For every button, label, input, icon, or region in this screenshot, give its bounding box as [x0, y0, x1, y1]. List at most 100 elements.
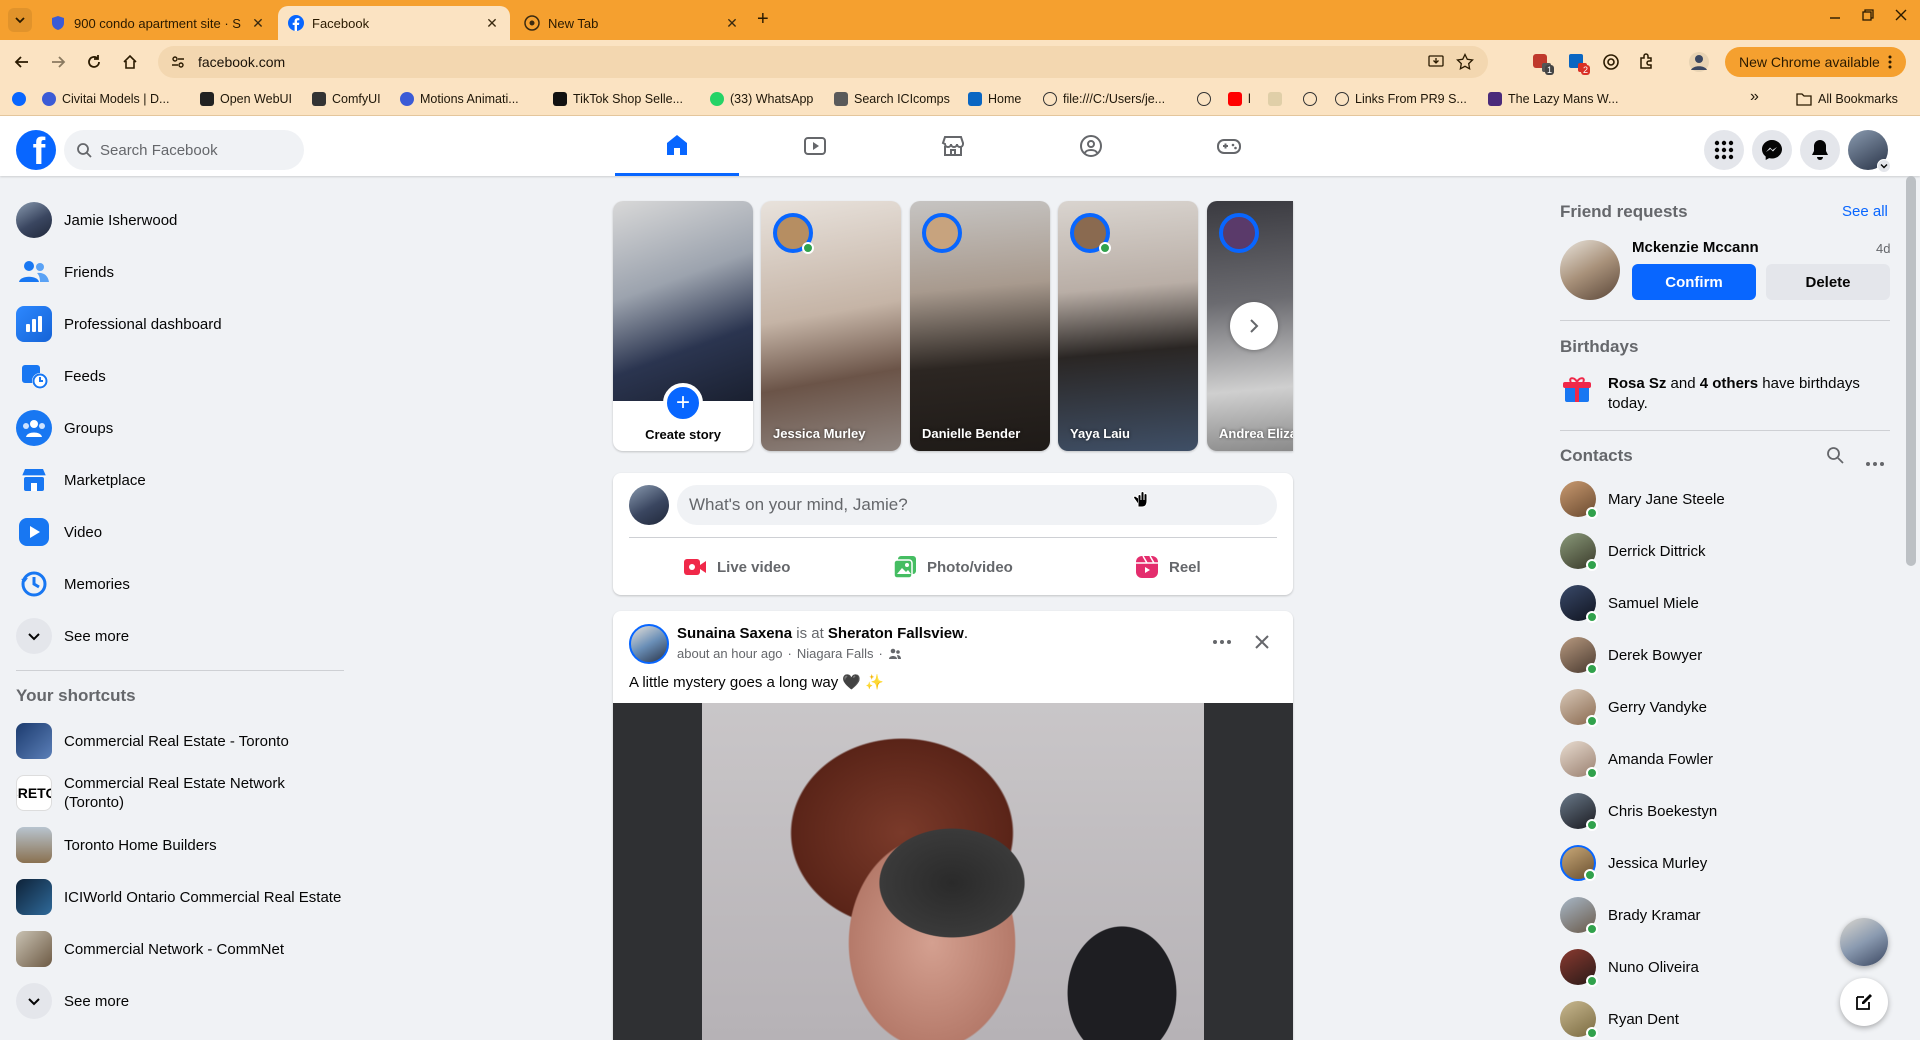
bookmark-globe-2[interactable]: [1303, 92, 1317, 106]
home-icon[interactable]: [119, 51, 141, 73]
story-card[interactable]: Yaya Laiu: [1058, 201, 1198, 451]
nav-groups[interactable]: [1029, 116, 1153, 176]
bookmark-home[interactable]: Home: [968, 92, 1021, 106]
birthday-text[interactable]: Rosa Sz and 4 others have birthdays toda…: [1608, 374, 1898, 414]
contact-item[interactable]: Chris Boekestyn: [1560, 785, 1900, 837]
shortcut-commnet[interactable]: Commercial Network - CommNet: [8, 923, 348, 975]
nav-video[interactable]: [753, 116, 877, 176]
post-author[interactable]: Sunaina Saxena: [677, 625, 792, 642]
sidebar-item-profile[interactable]: Jamie Isherwood: [8, 194, 348, 246]
page-scrollbar[interactable]: [1906, 176, 1916, 566]
sidebar-item-memories[interactable]: Memories: [8, 558, 348, 610]
reel-button[interactable]: Reel: [1135, 547, 1201, 587]
forward-icon[interactable]: [47, 51, 69, 73]
restore-icon[interactable]: [1862, 8, 1874, 24]
back-icon[interactable]: [11, 51, 33, 73]
extension-openai-icon[interactable]: [1600, 51, 1622, 73]
avatar[interactable]: [629, 485, 669, 525]
delete-button[interactable]: Delete: [1766, 264, 1890, 300]
extension-shield-icon[interactable]: 1: [1530, 51, 1554, 75]
shortcut-cre-toronto[interactable]: Commercial Real Estate - Toronto: [8, 715, 348, 767]
tab-close-icon[interactable]: ✕: [724, 15, 740, 32]
shortcuts-see-more[interactable]: See more: [8, 975, 348, 1027]
stories-next-button[interactable]: [1230, 302, 1278, 350]
sidebar-item-professional-dashboard[interactable]: Professional dashboard: [8, 298, 348, 350]
tab-search-button[interactable]: [8, 8, 32, 32]
tab-condo-site[interactable]: 900 condo apartment site · S ✕: [40, 6, 276, 40]
post-more-button[interactable]: [1207, 627, 1237, 657]
url-text[interactable]: facebook.com: [198, 54, 285, 70]
messenger-button[interactable]: [1752, 130, 1792, 170]
star-bookmark-icon[interactable]: [1456, 53, 1474, 71]
contact-item[interactable]: Gerry Vandyke: [1560, 681, 1900, 733]
reload-icon[interactable]: [83, 51, 105, 73]
tab-close-icon[interactable]: ✕: [250, 15, 266, 32]
shortcut-iciworld[interactable]: ICIWorld Ontario Commercial Real Estate: [8, 871, 348, 923]
sidebar-item-groups[interactable]: Groups: [8, 402, 348, 454]
extension-linkedin-icon[interactable]: 2: [1566, 51, 1590, 75]
bookmark-file[interactable]: file:///C:/Users/je...: [1043, 92, 1165, 106]
address-bar[interactable]: facebook.com: [158, 46, 1488, 78]
install-app-icon[interactable]: [1428, 54, 1444, 70]
create-story-card[interactable]: + Create story: [613, 201, 753, 451]
bookmark-blank[interactable]: [1268, 92, 1282, 106]
composer-input[interactable]: What's on your mind, Jamie?: [677, 485, 1277, 525]
notifications-button[interactable]: [1800, 130, 1840, 170]
minimize-icon[interactable]: [1829, 8, 1841, 24]
post-place[interactable]: Sheraton Fallsview: [828, 625, 964, 642]
bookmark-pr9[interactable]: Links From PR9 S...: [1335, 92, 1467, 106]
add-story-button[interactable]: +: [663, 383, 703, 423]
tab-facebook[interactable]: Facebook ✕: [278, 6, 510, 40]
story-card[interactable]: Danielle Bender: [910, 201, 1050, 451]
bookmark-open-webui[interactable]: Open WebUI: [200, 92, 292, 106]
account-avatar[interactable]: [1848, 130, 1891, 173]
sidebar-see-more[interactable]: See more: [8, 610, 348, 662]
bookmark-lazy-mans[interactable]: The Lazy Mans W...: [1488, 92, 1618, 106]
bookmark-youtube[interactable]: l: [1228, 92, 1251, 106]
contact-item[interactable]: Samuel Miele: [1560, 577, 1900, 629]
story-card[interactable]: Jessica Murley: [761, 201, 901, 451]
tab-new-tab[interactable]: New Tab ✕: [514, 6, 750, 40]
bookmark-tiktok[interactable]: TikTok Shop Selle...: [553, 92, 683, 106]
bookmarks-overflow-button[interactable]: »: [1750, 88, 1759, 106]
contact-item[interactable]: Mary Jane Steele: [1560, 473, 1900, 525]
sidebar-item-feeds[interactable]: Feeds: [8, 350, 348, 402]
photo-video-button[interactable]: Photo/video: [893, 547, 1013, 587]
bookmark-whatsapp[interactable]: (33) WhatsApp: [710, 92, 813, 106]
new-chrome-available-button[interactable]: New Chrome available: [1725, 47, 1906, 77]
shortcut-cre-network[interactable]: CRETO Commercial Real Estate Network (To…: [8, 767, 348, 819]
contacts-search-button[interactable]: [1826, 446, 1844, 469]
tab-close-icon[interactable]: ✕: [484, 15, 500, 32]
sidebar-item-friends[interactable]: Friends: [8, 246, 348, 298]
bookmark-comfyui[interactable]: ComfyUI: [312, 92, 381, 106]
menu-button[interactable]: [1704, 130, 1744, 170]
search-input[interactable]: [100, 141, 290, 159]
facebook-logo[interactable]: f: [16, 130, 56, 170]
contact-item[interactable]: Derek Bowyer: [1560, 629, 1900, 681]
bookmark-icicomps[interactable]: Search ICIcomps: [834, 92, 950, 106]
post-location[interactable]: Niagara Falls: [797, 646, 874, 661]
contacts-more-button[interactable]: [1866, 453, 1884, 471]
contact-item[interactable]: Amanda Fowler: [1560, 733, 1900, 785]
sidebar-item-video[interactable]: Video: [8, 506, 348, 558]
post-image[interactable]: [613, 703, 1293, 1040]
post-time[interactable]: about an hour ago: [677, 646, 783, 661]
all-bookmarks-button[interactable]: All Bookmarks: [1796, 92, 1898, 106]
nav-marketplace[interactable]: [891, 116, 1015, 176]
extensions-puzzle-icon[interactable]: [1636, 51, 1658, 73]
nav-home[interactable]: [615, 116, 739, 176]
bookmark-civitai[interactable]: Civitai Models | D...: [42, 92, 169, 106]
bookmark-globe[interactable]: [1197, 92, 1211, 106]
nav-gaming[interactable]: [1167, 116, 1291, 176]
live-video-button[interactable]: Live video: [683, 547, 790, 587]
sidebar-item-marketplace[interactable]: Marketplace: [8, 454, 348, 506]
see-all-link[interactable]: See all: [1842, 203, 1888, 220]
shortcut-home-builders[interactable]: Toronto Home Builders: [8, 819, 348, 871]
new-tab-button[interactable]: +: [757, 8, 769, 31]
contact-item[interactable]: Derrick Dittrick: [1560, 525, 1900, 577]
bookmark-motions[interactable]: Motions Animati...: [400, 92, 519, 106]
profile-avatar-icon[interactable]: [1688, 51, 1710, 73]
friend-request-name[interactable]: Mckenzie Mccann: [1632, 239, 1759, 256]
contact-item[interactable]: Jessica Murley: [1560, 837, 1900, 889]
chat-head-avatar[interactable]: [1840, 918, 1888, 966]
